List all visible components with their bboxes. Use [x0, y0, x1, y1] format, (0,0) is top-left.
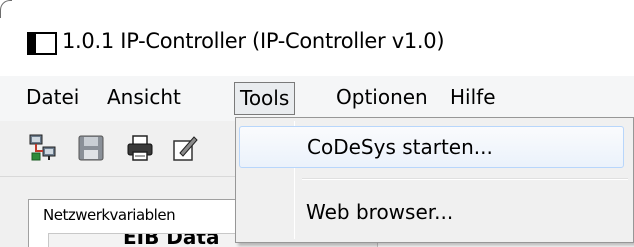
menu-ansicht[interactable]: Ansicht [102, 82, 186, 115]
print-icon[interactable] [125, 133, 155, 163]
menu-datei[interactable]: Datei [21, 82, 84, 115]
tab-netzwerkvariablen[interactable]: Netzwerkvariablen [28, 199, 248, 233]
window-title: 1.0.1 IP-Controller (IP-Controller v1.0) [62, 29, 445, 53]
edit-icon[interactable] [170, 133, 200, 163]
menu-optionen[interactable]: Optionen [331, 82, 433, 115]
menu-item-codesys-starten[interactable]: CoDeSys starten... [239, 126, 624, 168]
menu-separator [302, 178, 628, 180]
network-icon[interactable] [28, 133, 58, 163]
menu-tools[interactable]: Tools [234, 82, 296, 115]
title-bar: 1.0.1 IP-Controller (IP-Controller v1.0) [0, 0, 634, 76]
app-icon[interactable] [27, 32, 57, 55]
column-header-label: EIB Data [123, 233, 220, 247]
window-frame-corner [0, 0, 12, 18]
save-icon[interactable] [76, 133, 106, 163]
menu-hilfe[interactable]: Hilfe [445, 82, 501, 115]
menu-item-web-browser[interactable]: Web browser... [239, 192, 624, 234]
menu-bar: Datei Ansicht Tools Optionen Hilfe [0, 76, 634, 121]
tools-dropdown-menu: CoDeSys starten... Web browser... [235, 117, 634, 243]
